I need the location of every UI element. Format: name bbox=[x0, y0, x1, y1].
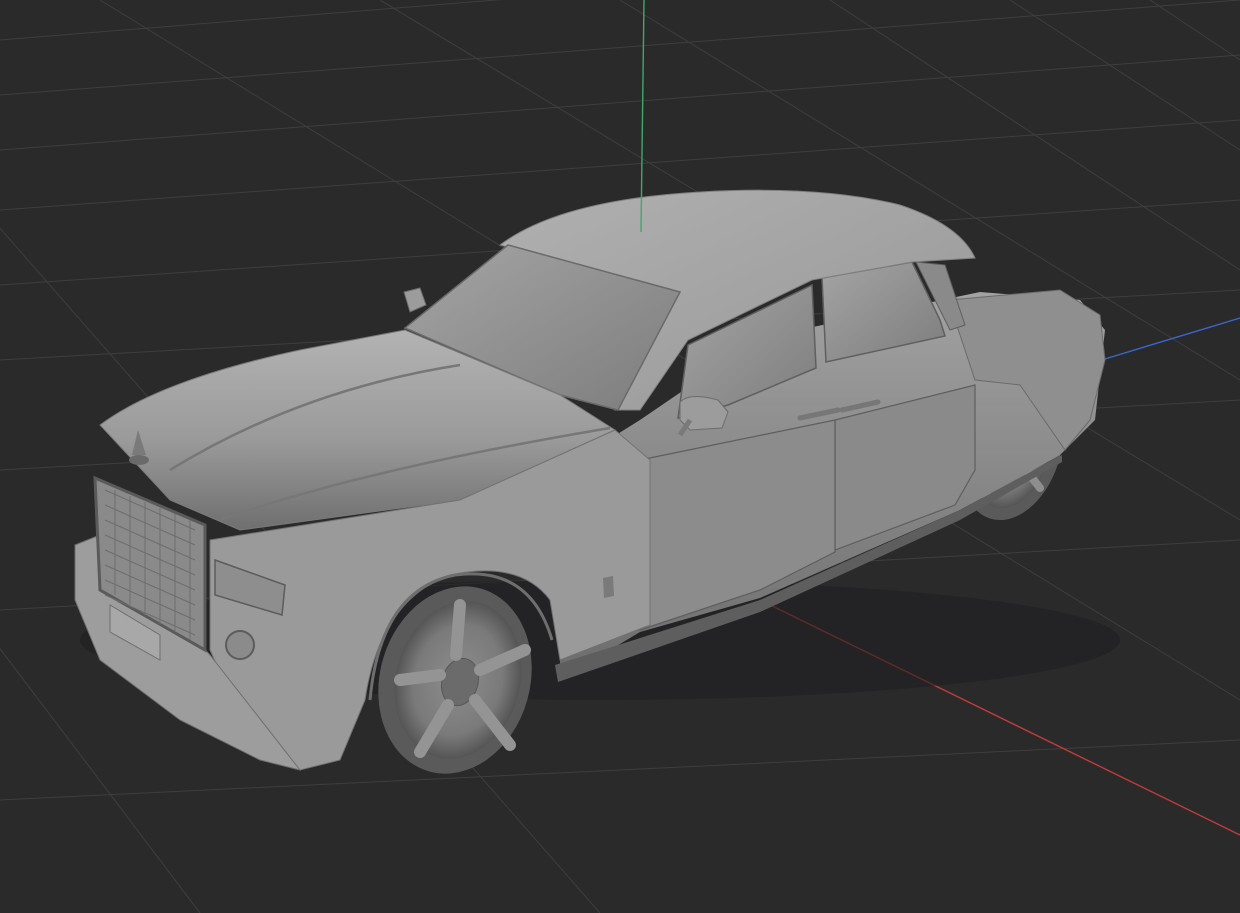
3d-viewport[interactable] bbox=[0, 0, 1240, 913]
y-axis-line bbox=[1084, 317, 1240, 366]
grid-line bbox=[0, 0, 503, 41]
grid-line bbox=[1009, 0, 1240, 151]
grid-line bbox=[0, 54, 1240, 151]
fog-light bbox=[225, 630, 255, 660]
fender-vent bbox=[603, 576, 614, 598]
car-model[interactable] bbox=[74, 189, 1120, 792]
grid-line bbox=[0, 119, 1240, 211]
grid-line bbox=[0, 739, 1240, 801]
viewport-canvas[interactable] bbox=[0, 0, 1240, 913]
grid-line bbox=[1149, 0, 1240, 61]
left-mirror bbox=[403, 287, 427, 313]
grid-line bbox=[0, 0, 1240, 96]
